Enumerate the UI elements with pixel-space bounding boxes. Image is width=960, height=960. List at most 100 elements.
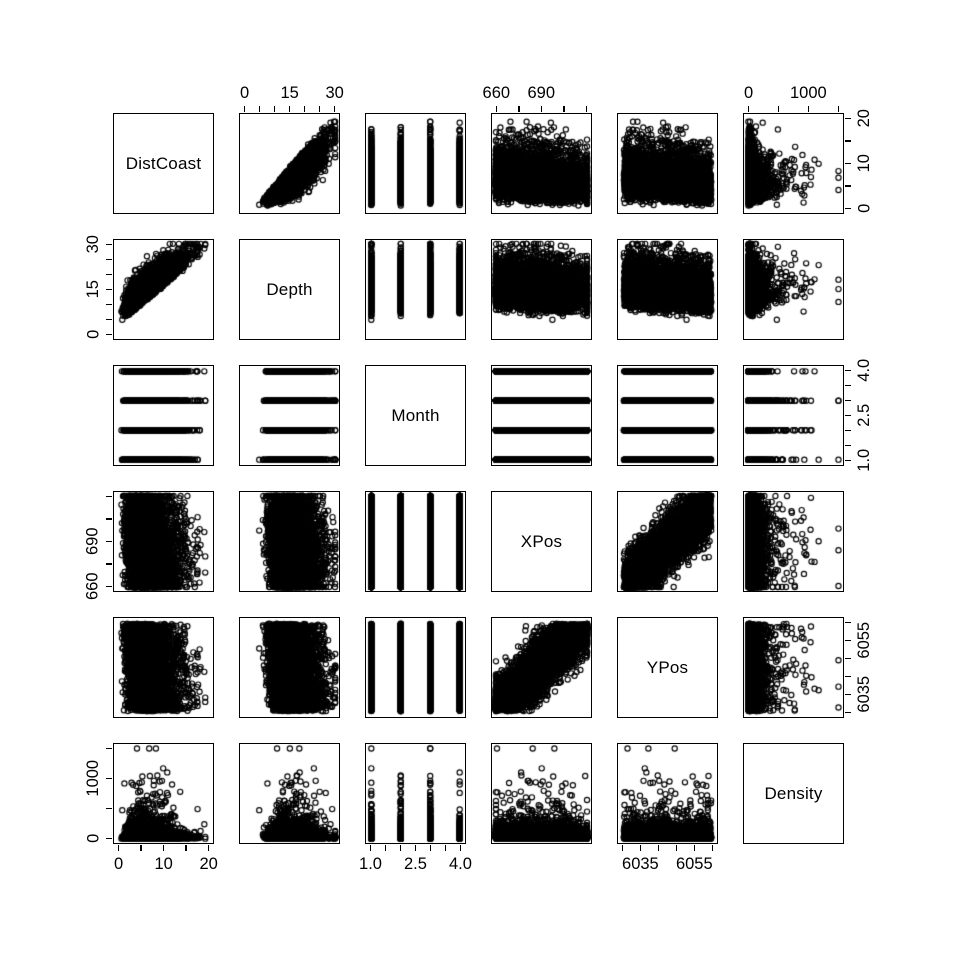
- tick-top-xpos-4: [585, 106, 588, 112]
- scatter-panel-distcoast-vs-month: [365, 113, 466, 214]
- scatter-panel-depth-vs-distcoast: [113, 239, 214, 340]
- scatter-canvas: [114, 366, 213, 465]
- variable-label-density: Density: [764, 783, 823, 803]
- axis-label-right-month-1: 2.5: [854, 403, 873, 427]
- scatter-canvas: [618, 366, 717, 465]
- scatter-canvas: [744, 492, 843, 591]
- tick-left-depth-4: [106, 273, 112, 276]
- tick-left-xpos-0: [106, 585, 112, 588]
- scatterplot-matrix: DistCoast Depth Month XPos YPos Density 0 15 30 6…: [0, 0, 960, 960]
- tick-left-depth-0: [106, 333, 112, 336]
- axis-label-bottom-distcoast-1: 10: [154, 854, 173, 873]
- scatter-canvas: [366, 618, 465, 717]
- axis-label-left-density-1: 1000: [83, 759, 102, 797]
- tick-bottom-ypos-5: [711, 845, 714, 851]
- scatter-canvas: [240, 492, 339, 591]
- tick-left-xpos-1: [106, 563, 112, 565]
- axis-label-top-xpos-0: 660: [482, 83, 511, 102]
- scatter-panel-density-vs-month: [365, 743, 466, 844]
- scatter-panel-ypos-vs-month: [365, 617, 466, 718]
- tick-bottom-ypos-0: [621, 845, 624, 851]
- tick-bottom-month-2: [399, 845, 402, 851]
- axis-label-left-xpos-0: 660: [83, 572, 102, 600]
- axis-label-top-density-1: 1000: [789, 83, 827, 102]
- tick-left-density-2: [106, 777, 112, 780]
- scatter-canvas: [744, 366, 843, 465]
- scatter-panel-xpos-vs-month: [365, 491, 466, 592]
- variable-label-distcoast: DistCoast: [125, 153, 202, 173]
- diagonal-panel-month: Month: [365, 365, 466, 466]
- tick-left-density-1: [106, 807, 112, 810]
- axis-label-bottom-distcoast-0: 0: [114, 854, 124, 873]
- scatter-panel-depth-vs-ypos: [617, 239, 718, 340]
- tick-left-density-3: [106, 747, 112, 750]
- scatter-canvas: [618, 492, 717, 591]
- scatter-canvas: [492, 618, 591, 717]
- variable-label-xpos: XPos: [520, 531, 563, 551]
- tick-left-xpos-4: [106, 495, 112, 498]
- tick-top-depth-1: [258, 106, 261, 112]
- axis-label-right-month-2: 4.0: [854, 358, 873, 382]
- tick-top-xpos-1: [518, 106, 520, 112]
- tick-top-depth-4: [303, 106, 306, 112]
- tick-top-depth-0: [243, 106, 246, 112]
- axis-label-bottom-month-0: 1.0: [359, 854, 382, 873]
- tick-left-depth-2: [106, 303, 112, 306]
- scatter-canvas: [240, 366, 339, 465]
- tick-left-xpos-2: [106, 540, 112, 543]
- tick-bottom-ypos-2: [657, 845, 660, 851]
- tick-right-distcoast-0: [845, 207, 851, 210]
- axis-label-right-distcoast-2: 20: [854, 109, 873, 128]
- diagonal-panel-distcoast: DistCoast: [113, 113, 214, 214]
- tick-bottom-ypos-1: [639, 845, 642, 851]
- scatter-canvas: [114, 618, 213, 717]
- scatter-canvas: [366, 492, 465, 591]
- scatter-panel-density-vs-distcoast: [113, 743, 214, 844]
- tick-right-ypos-3: [845, 657, 851, 660]
- variable-label-ypos: YPos: [646, 657, 689, 677]
- tick-bottom-distcoast-1: [140, 845, 142, 851]
- axis-label-top-xpos-1: 690: [527, 83, 556, 102]
- tick-right-distcoast-2: [845, 162, 851, 165]
- tick-top-depth-3: [288, 106, 291, 112]
- scatter-canvas: [114, 744, 213, 843]
- tick-bottom-month-3: [414, 845, 417, 851]
- tick-top-depth-2: [273, 106, 276, 112]
- tick-bottom-month-6: [459, 845, 462, 851]
- axis-label-left-depth-1: 15: [83, 280, 102, 299]
- tick-right-distcoast-3: [845, 140, 851, 142]
- scatter-canvas: [744, 618, 843, 717]
- scatter-panel-xpos-vs-distcoast: [113, 491, 214, 592]
- tick-top-xpos-2: [540, 106, 543, 112]
- scatter-canvas: [240, 618, 339, 717]
- scatter-canvas: [492, 240, 591, 339]
- tick-top-xpos-0: [495, 106, 498, 112]
- tick-bottom-month-4: [429, 845, 432, 851]
- scatter-panel-month-vs-ypos: [617, 365, 718, 466]
- tick-bottom-ypos-4: [693, 845, 696, 851]
- scatter-panel-distcoast-vs-density: [743, 113, 844, 214]
- scatter-canvas: [366, 114, 465, 213]
- tick-right-distcoast-1: [845, 185, 851, 187]
- scatter-canvas: [240, 114, 339, 213]
- tick-right-ypos-1: [845, 693, 851, 696]
- diagonal-panel-ypos: YPos: [617, 617, 718, 718]
- tick-left-depth-6: [106, 243, 112, 246]
- scatter-panel-xpos-vs-density: [743, 491, 844, 592]
- tick-bottom-distcoast-0: [117, 845, 120, 851]
- tick-right-distcoast-4: [845, 117, 851, 120]
- scatter-panel-xpos-vs-depth: [239, 491, 340, 592]
- axis-label-right-ypos-1: 6055: [854, 621, 873, 659]
- tick-bottom-distcoast-3: [185, 845, 187, 851]
- axis-label-bottom-month-1: 2.5: [404, 854, 427, 873]
- tick-right-ypos-4: [845, 639, 851, 642]
- tick-top-xpos-3: [563, 106, 565, 112]
- tick-right-month-3: [845, 414, 851, 417]
- tick-bottom-ypos-3: [675, 845, 678, 851]
- scatter-panel-density-vs-ypos: [617, 743, 718, 844]
- tick-left-depth-3: [106, 288, 112, 291]
- scatter-panel-distcoast-vs-xpos: [491, 113, 592, 214]
- tick-right-month-2: [845, 429, 851, 432]
- tick-top-density-3: [837, 106, 840, 112]
- axis-label-bottom-month-2: 4.0: [448, 854, 472, 873]
